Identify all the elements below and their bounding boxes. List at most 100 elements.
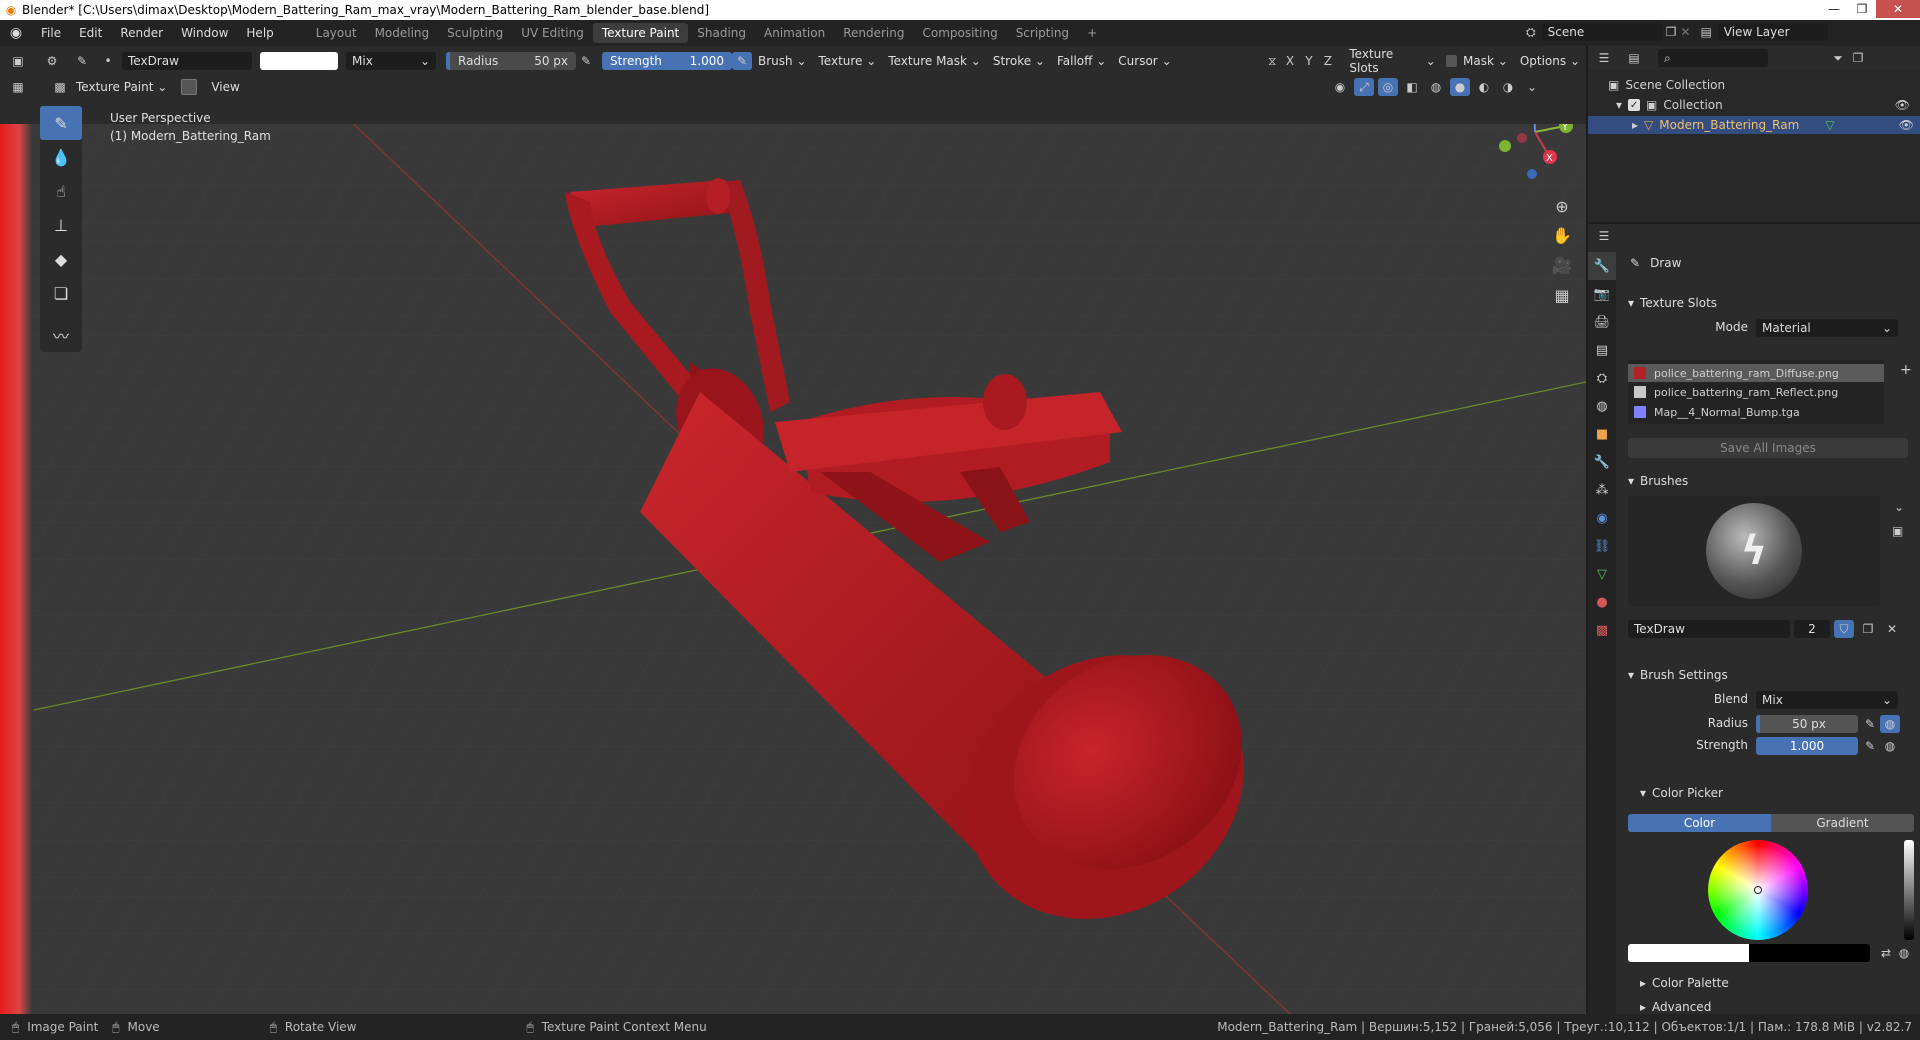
color-swatch-bar[interactable] [1628, 944, 1870, 962]
filter-icon[interactable]: ⏷ [1828, 49, 1848, 67]
outliner-row-object[interactable]: ▸ ▽ Modern_Battering_Ram ▽ 👁 [1588, 116, 1920, 134]
xray-toggle-icon[interactable]: ◧ [1402, 78, 1422, 96]
texture-slot-item[interactable]: Map__4_Normal_Bump.tga [1628, 402, 1884, 422]
new-scene-icon[interactable]: ❐ [1666, 25, 1677, 39]
unified-color-icon[interactable]: ◍ [1894, 944, 1914, 962]
soften-tool-icon[interactable]: 💧 [40, 140, 82, 174]
fake-user-shield-icon[interactable]: ⛉ [1834, 620, 1854, 638]
add-slot-button[interactable]: + [1900, 362, 1912, 378]
scene-tab-icon[interactable]: ⛭ [1588, 364, 1616, 392]
draw-tool-icon[interactable]: ✎ [40, 106, 82, 140]
physics-tab-icon[interactable]: ◉ [1588, 504, 1616, 532]
object-tab-icon[interactable]: ■ [1588, 420, 1616, 448]
strength-unified-icon[interactable]: ◍ [1880, 737, 1900, 755]
color-palette-panel-header[interactable]: ▸ Color Palette [1640, 976, 1729, 990]
cursor-dropdown[interactable]: Cursor ⌄ [1112, 52, 1177, 70]
checkbox-checked-icon[interactable]: ✓ [1628, 99, 1641, 111]
brush-menu-icon[interactable]: ⌄ [1894, 500, 1904, 514]
close-button[interactable]: ✕ [1876, 0, 1920, 18]
blend-select[interactable]: Mix ⌄ [1756, 691, 1898, 709]
rendered-shading-icon[interactable]: ◑ [1498, 78, 1518, 96]
paint-mask-toggle[interactable] [181, 79, 198, 95]
particles-tab-icon[interactable]: ⁂ [1588, 476, 1616, 504]
tab-texture-paint[interactable]: Texture Paint [592, 23, 689, 43]
view-layer-selector[interactable]: View Layer [1717, 23, 1828, 41]
menu-file[interactable]: File [32, 26, 70, 40]
brush-icon[interactable]: ✎ [72, 52, 92, 70]
material-tab-icon[interactable]: ● [1588, 588, 1616, 616]
pan-hand-icon[interactable]: ✋ [1549, 222, 1575, 248]
color-wheel[interactable] [1708, 840, 1808, 940]
minimize-button[interactable]: — [1820, 0, 1848, 18]
editor-type-icon[interactable]: ▣ [8, 52, 28, 70]
radius-pressure-icon[interactable]: ✎ [1860, 715, 1880, 733]
strength-pressure-icon[interactable]: ✎ [1860, 737, 1880, 755]
add-workspace-button[interactable]: + [1078, 23, 1106, 43]
shading-options-icon[interactable]: ⌄ [1522, 78, 1542, 96]
new-collection-icon[interactable]: ❐ [1848, 49, 1868, 67]
menu-render[interactable]: Render [111, 26, 172, 40]
tab-layout[interactable]: Layout [307, 23, 366, 43]
camera-view-icon[interactable]: 🎥 [1549, 252, 1575, 278]
annotate-tool-icon[interactable]: 〰 [40, 318, 82, 352]
properties-editor-icon[interactable]: ☰ [1594, 227, 1614, 245]
3d-viewport[interactable]: Z Y X [0, 92, 1586, 1014]
texture-mask-dropdown[interactable]: Texture Mask ⌄ [882, 52, 987, 70]
mask-checkbox[interactable] [1445, 55, 1458, 67]
texture-tab-icon[interactable]: ▩ [1588, 616, 1616, 644]
mirror-y-button[interactable]: Y [1299, 52, 1318, 70]
wireframe-shading-icon[interactable]: ◍ [1426, 78, 1446, 96]
outliner-row-collection[interactable]: ▾ ✓ ▣ Collection 👁 [1616, 98, 1916, 112]
radius-field[interactable]: 50 px [1756, 715, 1858, 733]
menu-window[interactable]: Window [172, 26, 237, 40]
tab-compositing[interactable]: Compositing [913, 23, 1006, 43]
modifier-tab-icon[interactable]: 🔧 [1588, 448, 1616, 476]
radius-pressure-icon[interactable]: ✎ [576, 52, 596, 70]
brush-settings-panel-header[interactable]: ▾ Brush Settings [1628, 668, 1728, 682]
mode-selector[interactable]: Texture Paint ⌄ [70, 78, 173, 96]
expand-arrow-icon[interactable]: ▸ [1632, 118, 1638, 132]
texture-dropdown[interactable]: Texture ⌄ [813, 52, 883, 70]
unlink-brush-icon[interactable]: ✕ [1882, 620, 1902, 638]
mirror-x-button[interactable]: X [1280, 52, 1299, 70]
color-wheel-cursor[interactable] [1754, 886, 1762, 894]
ortho-toggle-icon[interactable]: ▦ [1549, 282, 1575, 308]
texture-slots-panel-header[interactable]: ▾ Texture Slots [1628, 296, 1717, 310]
menu-help[interactable]: Help [237, 26, 282, 40]
strength-pressure-icon[interactable]: ✎ [732, 52, 752, 70]
tab-sculpting[interactable]: Sculpting [438, 23, 512, 43]
mirror-z-button[interactable]: Z [1318, 52, 1337, 70]
gizmo-toggle-icon[interactable]: ⤢ [1354, 78, 1374, 96]
scene-selector[interactable]: Scene [1541, 23, 1662, 41]
render-tab-icon[interactable]: 📷 [1588, 280, 1616, 308]
color-picker-panel-header[interactable]: ▾ Color Picker [1640, 786, 1723, 800]
tab-modeling[interactable]: Modeling [366, 23, 439, 43]
duplicate-brush-icon[interactable]: ❐ [1858, 620, 1878, 638]
zoom-icon[interactable]: ⊕ [1549, 193, 1575, 219]
falloff-dropdown[interactable]: Falloff ⌄ [1051, 52, 1112, 70]
value-slider[interactable] [1904, 840, 1914, 940]
output-tab-icon[interactable]: 🖨 [1588, 308, 1616, 336]
save-all-images-button[interactable]: Save All Images [1628, 438, 1908, 458]
options-dropdown[interactable]: Options ⌄ [1514, 52, 1586, 70]
texture-slots-dropdown[interactable]: Texture Slots ⌄ [1343, 47, 1441, 75]
brush-name-field[interactable]: TexDraw [122, 52, 252, 70]
material-shading-icon[interactable]: ◐ [1474, 78, 1494, 96]
viewport-editor-icon[interactable]: ▦ [8, 78, 28, 96]
remove-scene-icon[interactable]: ✕ [1680, 25, 1690, 39]
visibility-icon[interactable]: ◉ [1330, 78, 1350, 96]
swap-colors-icon[interactable]: ⇄ [1876, 944, 1896, 962]
tab-gradient[interactable]: Gradient [1771, 814, 1914, 832]
tool-tab-icon[interactable]: 🔧 [1588, 252, 1616, 280]
tab-color[interactable]: Color [1628, 814, 1771, 832]
display-mode-icon[interactable]: ▤ [1624, 49, 1644, 67]
tab-animation[interactable]: Animation [755, 23, 834, 43]
viewport-canvas[interactable]: Z Y X [0, 92, 1586, 1014]
constraints-tab-icon[interactable]: ⛓ [1588, 532, 1616, 560]
tab-shading[interactable]: Shading [688, 23, 755, 43]
maximize-button[interactable]: ❐ [1848, 0, 1876, 18]
expand-arrow-icon[interactable]: ▾ [1616, 98, 1622, 112]
brush-name-input[interactable]: TexDraw [1628, 620, 1790, 638]
data-tab-icon[interactable]: ▽ [1588, 560, 1616, 588]
view-menu[interactable]: View [205, 78, 245, 96]
